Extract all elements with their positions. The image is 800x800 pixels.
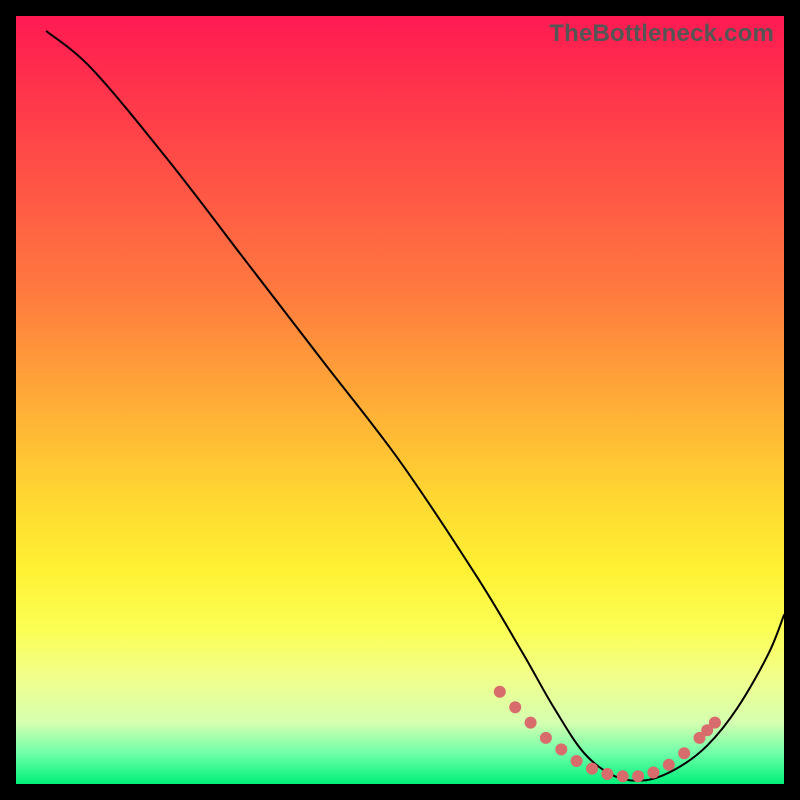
chart-svg <box>16 16 784 784</box>
highlight-marker <box>571 755 583 767</box>
plot-area: TheBottleneck.com <box>16 16 784 784</box>
highlight-marker <box>601 768 613 780</box>
highlight-marker <box>509 701 521 713</box>
highlight-marker <box>540 732 552 744</box>
highlight-marker <box>525 717 537 729</box>
highlight-marker <box>586 763 598 775</box>
highlight-marker <box>709 717 721 729</box>
highlight-marker <box>617 770 629 782</box>
chart-frame: TheBottleneck.com <box>0 0 800 800</box>
highlight-marker <box>647 767 659 779</box>
highlight-marker <box>632 770 644 782</box>
highlight-marker <box>555 743 567 755</box>
highlight-markers <box>494 686 721 783</box>
curve-line <box>47 31 784 780</box>
highlight-marker <box>494 686 506 698</box>
highlight-marker <box>678 747 690 759</box>
highlight-marker <box>663 759 675 771</box>
